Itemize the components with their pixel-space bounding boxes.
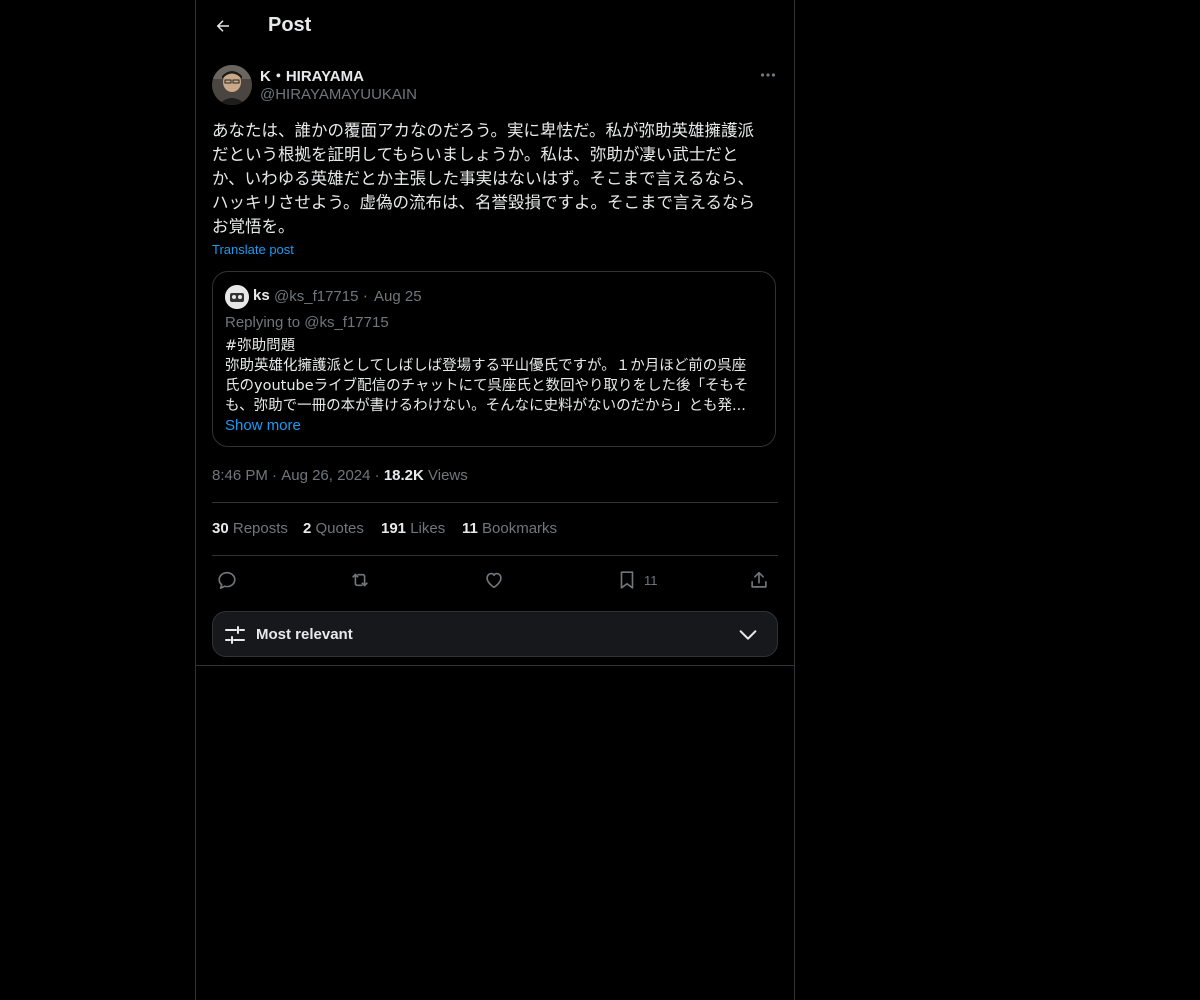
likes-label: Likes [410, 520, 446, 537]
reposts-label: Reposts [232, 520, 288, 537]
main-column: Post K・HIRAYAMA @HIRAYAMAYUUKAIN あなたは、誰か… [195, 0, 795, 1000]
separator-dot: · [267, 467, 282, 484]
post-text: あなたは、誰かの覆面アカなのだろう。実に卑怯だ。私が弥助英雄擁護派 だという根拠… [212, 121, 756, 236]
post-meta: 8:46 PM · Aug 26, 2024 · 18.2K Views [212, 467, 468, 484]
share-button[interactable] [748, 566, 770, 594]
author-handle[interactable]: @HIRAYAMAYUUKAIN [260, 86, 417, 103]
divider [212, 502, 778, 503]
share-icon [751, 571, 767, 588]
bookmark-icon [620, 571, 634, 589]
repost-button[interactable] [349, 566, 371, 594]
quotes-stat[interactable]: 2 Quotes [303, 520, 364, 537]
more-options-button[interactable] [756, 66, 780, 84]
chevron-down-icon [739, 630, 757, 640]
likes-stat[interactable]: 191 Likes [381, 520, 445, 537]
reposts-stat[interactable]: 30 Reposts [212, 520, 288, 537]
bookmarks-stat[interactable]: 11 Bookmarks [462, 520, 557, 537]
quotes-count: 2 [303, 520, 312, 537]
bookmarks-label: Bookmarks [482, 520, 558, 537]
reply-sort-dropdown[interactable]: Most relevant [212, 611, 778, 657]
reply-button[interactable] [216, 566, 238, 594]
page-header: Post [196, 0, 794, 54]
divider [196, 665, 794, 666]
heart-icon [486, 572, 502, 589]
translate-post-link[interactable]: Translate post [212, 242, 294, 257]
bookmark-button[interactable]: 11 [616, 566, 658, 594]
quoted-post[interactable]: ks @ks_f17715 · Aug 25 Replying to @ks_f… [212, 271, 776, 447]
reply-icon [218, 571, 236, 590]
divider [212, 555, 778, 556]
views-label: Views [428, 467, 468, 484]
sliders-icon [225, 626, 245, 644]
action-bar: 11 [212, 566, 778, 594]
separator-dot: · [370, 467, 384, 484]
back-arrow-icon [216, 20, 229, 32]
separator-dot: · [363, 288, 368, 306]
quotes-label: Quotes [315, 520, 364, 537]
quoted-post-text: #弥助問題 弥助英雄化擁護派としてしばしば登場する平山優氏ですが。１か月ほど前の… [225, 338, 749, 414]
back-button[interactable] [210, 13, 236, 39]
bookmarks-count: 11 [462, 520, 478, 537]
views-count: 18.2K [383, 467, 424, 484]
likes-count: 191 [381, 520, 407, 537]
more-dots-icon [760, 73, 776, 77]
quoted-author-name: ks [253, 287, 270, 304]
author-avatar[interactable] [212, 65, 252, 105]
author-name[interactable]: K・HIRAYAMA [260, 65, 364, 86]
sort-label: Most relevant [256, 626, 353, 643]
page-title: Post [268, 14, 312, 36]
bookmark-count: 11 [644, 572, 658, 588]
quoted-author-handle: @ks_f17715 [274, 288, 359, 305]
quoted-post-date: Aug 25 [374, 288, 422, 305]
post-time[interactable]: 8:46 PM [212, 467, 268, 484]
reposts-count: 30 [212, 520, 229, 537]
quoted-author-avatar [225, 285, 249, 309]
repost-icon [352, 573, 368, 587]
post-date[interactable]: Aug 26, 2024 [281, 467, 370, 484]
quoted-replying-to: Replying to @ks_f17715 [225, 314, 389, 331]
show-more-link[interactable]: Show more [225, 417, 301, 434]
like-button[interactable] [483, 566, 505, 594]
